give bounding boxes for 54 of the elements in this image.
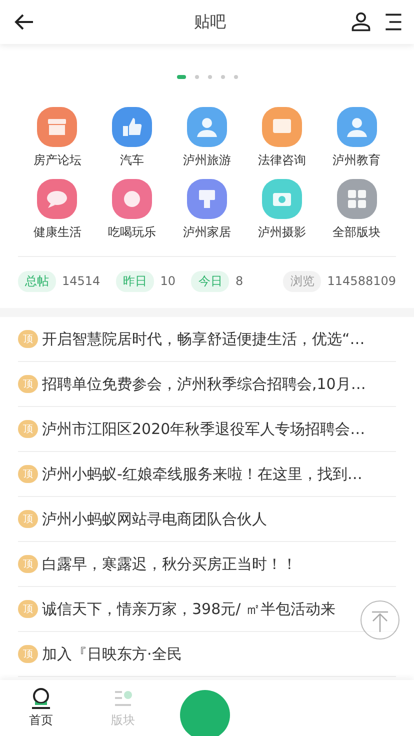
pinned-badge: 顶: [18, 330, 38, 348]
forum-label[interactable]: 房产论坛: [33, 152, 82, 169]
pinned-badge: 顶: [18, 510, 38, 528]
stat-tag: 今日: [191, 270, 230, 292]
stat-tag: 总帖: [18, 270, 56, 292]
forum-icon[interactable]: [112, 179, 152, 219]
forum-label[interactable]: 泸州旅游: [182, 152, 231, 169]
pinned-badge: 顶: [18, 375, 38, 393]
back-to-top-icon[interactable]: [360, 600, 400, 640]
forum-icon[interactable]: [112, 107, 152, 147]
views-tag: 浏览: [283, 270, 322, 292]
stat-value: 8: [235, 274, 244, 288]
home-icon: [30, 687, 52, 709]
forum-label[interactable]: 法律咨询: [258, 152, 306, 169]
stat-tag: 昨日: [116, 270, 154, 292]
tab[interactable]: 首页: [0, 680, 82, 736]
pager-dot[interactable]: [234, 75, 238, 79]
forum-icon[interactable]: [37, 107, 78, 147]
forum-icon[interactable]: [336, 107, 377, 147]
pager-dot[interactable]: [208, 75, 212, 79]
post-title[interactable]: 加入『日映东方·全民: [42, 644, 182, 664]
forum-icon[interactable]: [262, 107, 302, 147]
forum-icon[interactable]: [186, 107, 227, 147]
forum-icon[interactable]: [37, 179, 78, 219]
pinned-badge: 顶: [18, 600, 38, 618]
forum-label[interactable]: 吃喝玩乐: [108, 224, 156, 241]
forum-label[interactable]: 泸州摄影: [258, 224, 306, 241]
pinned-badge: 顶: [18, 465, 38, 483]
post-title[interactable]: 泸州市江阳区2020年秋季退役军人专场招聘会…: [42, 420, 366, 438]
stat-value: 14514: [62, 274, 100, 288]
forum-icon[interactable]: [186, 179, 227, 219]
post-title[interactable]: 泸州小蚂蚁-红娘牵线服务来啦！在这里，找到…: [42, 464, 362, 484]
post-title[interactable]: 泸州小蚂蚁网站寻电商团队合伙人: [42, 510, 267, 528]
post-title[interactable]: 诚信天下，情亲万家，398元/ ㎡半包活动来: [42, 600, 336, 618]
post-title[interactable]: 开启智慧院居时代，畅享舒适便捷生活，优选“…: [42, 330, 365, 348]
views-value: 114588109: [327, 274, 396, 288]
page-title: 贴吧: [193, 12, 227, 32]
post-button[interactable]: [180, 690, 230, 736]
forum-icon[interactable]: [336, 179, 377, 219]
forum-label[interactable]: 泸州教育: [332, 152, 381, 169]
post-title[interactable]: 招聘单位免费参会，泸州秋季综合招聘会,10月…: [42, 374, 366, 394]
pinned-badge: 顶: [18, 420, 38, 438]
pinned-badge: 顶: [18, 555, 38, 573]
forum-label[interactable]: 健康生活: [33, 224, 82, 241]
stat-value: 10: [160, 274, 176, 288]
user-icon[interactable]: [350, 11, 372, 33]
pager-dot[interactable]: [194, 75, 198, 79]
post-title[interactable]: 白露早，寒露迟，秋分买房正当时！！: [42, 554, 297, 574]
forum-icon[interactable]: [262, 179, 302, 219]
pager-dot[interactable]: [220, 75, 224, 79]
forum-label[interactable]: 全部版块: [332, 224, 381, 241]
pinned-badge: 顶: [18, 645, 38, 663]
forum-label[interactable]: 泸州家居: [182, 224, 231, 241]
forum-label[interactable]: 汽车: [120, 152, 144, 169]
